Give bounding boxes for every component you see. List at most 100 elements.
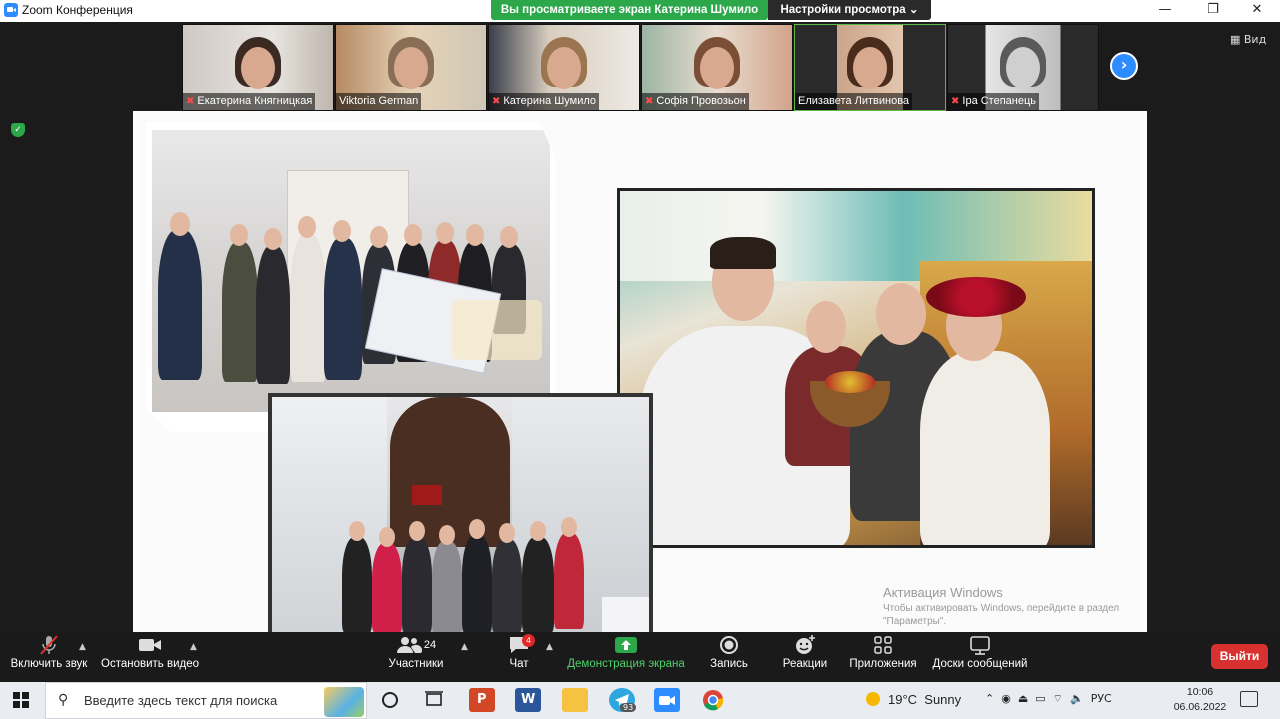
building-group-photo [268, 393, 653, 632]
participant-tile[interactable]: ✖ Іра Степанець [947, 24, 1099, 111]
reactions-label: Реакции [782, 658, 828, 670]
language-indicator[interactable]: РУС [1091, 692, 1112, 705]
usb-icon[interactable]: ⏏ [1018, 692, 1028, 705]
unmute-button[interactable]: Включить звук [6, 632, 92, 682]
view-label: Вид [1243, 33, 1267, 46]
volume-icon[interactable]: 🔈 [1070, 692, 1084, 705]
shared-screen: Активация Windows Чтобы активировать Win… [133, 111, 1147, 632]
participant-name: Софія Провозьон [656, 95, 746, 107]
participants-count: 24 [423, 639, 437, 651]
battery-icon[interactable]: ▭ [1035, 692, 1045, 705]
share-screen-button[interactable]: Демонстрация экрана [566, 632, 686, 682]
participant-tile-active[interactable]: Елизавета Литвинова [794, 24, 946, 111]
audio-options-chevron-icon[interactable]: ▲ [79, 642, 86, 652]
participant-name: Viktoria German [339, 95, 419, 107]
weather-desc: Sunny [924, 692, 962, 707]
reactions-button[interactable]: Реакции [776, 632, 834, 682]
task-view-icon[interactable] [421, 688, 447, 712]
share-banner: Вы просматриваете экран Катерина Шумило [491, 0, 768, 20]
windows-start-icon[interactable] [13, 692, 29, 708]
apps-label: Приложения [849, 658, 917, 670]
zoom-taskbar-icon[interactable] [654, 688, 680, 712]
stop-video-label: Остановить видео [101, 658, 199, 670]
network-icon[interactable]: ⌔ [1053, 692, 1063, 705]
participant-tile[interactable]: ✖ Софія Провозьон [641, 24, 793, 111]
windows-activation-watermark: Активация Windows Чтобы активировать Win… [883, 585, 1123, 628]
muted-mic-icon: ✖ [186, 96, 195, 107]
reactions-smiley-icon [796, 635, 815, 654]
cortana-icon[interactable] [377, 688, 403, 712]
system-tray: ⌃ ◉ ⏏ ▭ ⌔ 🔈 РУС [985, 692, 1112, 706]
group-photo-1 [146, 122, 556, 432]
participants-icon [396, 637, 422, 653]
video-camera-icon [139, 639, 161, 651]
chat-unread-badge: 4 [522, 634, 535, 647]
search-icon: ⚲ [58, 692, 69, 708]
participant-tile[interactable]: ✖ Катерина Шумило [488, 24, 640, 111]
video-options-chevron-icon[interactable]: ▲ [190, 642, 197, 652]
show-hidden-icons-chevron-icon[interactable]: ⌃ [985, 692, 994, 705]
share-screen-label: Демонстрация экрана [567, 658, 685, 670]
muted-mic-icon: ✖ [951, 96, 960, 107]
zoom-logo-icon [4, 3, 18, 17]
unmute-label: Включить звук [10, 658, 88, 670]
folk-costume-photo [617, 188, 1095, 548]
next-page-chevron-icon[interactable]: › [1110, 52, 1138, 80]
whiteboard-icon [970, 636, 990, 655]
activation-text: Чтобы активировать Windows, перейдите в … [883, 603, 1120, 627]
title-bar: Zoom Конференция Вы просматриваете экран… [0, 0, 1280, 22]
minimize-button[interactable]: — [1142, 0, 1188, 22]
record-button[interactable]: Запись [700, 632, 758, 682]
system-clock[interactable]: 10:06 06.06.2022 [1165, 685, 1235, 715]
whiteboards-label: Доски сообщений [932, 658, 1028, 670]
whiteboards-button[interactable]: Доски сообщений [930, 632, 1030, 682]
close-button[interactable]: ✕ [1234, 0, 1280, 22]
apps-button[interactable]: Приложения [846, 632, 920, 682]
participant-name: Екатерина Княгницкая [197, 95, 313, 107]
record-icon [720, 636, 738, 654]
taskbar-search-box[interactable]: ⚲ Введите здесь текст для поиска [45, 682, 367, 719]
participants-options-chevron-icon[interactable]: ▲ [461, 642, 468, 652]
participant-tile[interactable]: Viktoria German [335, 24, 487, 111]
clock-date: 06.06.2022 [1173, 701, 1227, 713]
tray-app-icon[interactable]: ◉ [1001, 692, 1011, 705]
muted-mic-icon: ✖ [645, 96, 654, 107]
view-options-button[interactable]: Настройки просмотра ⌄ [768, 0, 931, 20]
share-screen-icon [615, 637, 637, 653]
window-title: Zoom Конференция [22, 3, 133, 17]
chrome-icon[interactable] [700, 688, 726, 712]
notifications-icon[interactable] [1240, 691, 1258, 707]
participants-label: Участники [388, 658, 444, 670]
search-highlight-icon [324, 687, 364, 717]
muted-mic-icon: ✖ [492, 96, 501, 107]
powerpoint-icon[interactable]: P [469, 688, 495, 712]
security-shield-icon[interactable]: ✓ [11, 123, 25, 137]
participant-name: Елизавета Литвинова [798, 95, 910, 107]
word-icon[interactable]: W [515, 688, 541, 712]
file-explorer-icon[interactable] [562, 688, 588, 712]
grid-icon: ▦ [1230, 33, 1244, 46]
participant-name: Катерина Шумило [503, 95, 597, 107]
participants-button[interactable]: 24 Участники [385, 632, 447, 682]
weather-widget[interactable]: 19°C Sunny [866, 692, 961, 707]
apps-icon [874, 636, 892, 654]
muted-microphone-icon [40, 635, 58, 655]
clock-time: 10:06 [1186, 686, 1214, 698]
stop-video-button[interactable]: Остановить видео [100, 632, 200, 682]
participant-tile[interactable]: ✖ Екатерина Княгницкая [182, 24, 334, 111]
weather-temp: 19°C [888, 692, 918, 707]
maximize-button[interactable]: ❐ [1190, 0, 1236, 22]
chat-button[interactable]: Чат 4 [496, 632, 542, 682]
search-placeholder: Введите здесь текст для поиска [84, 693, 278, 708]
view-button[interactable]: ▦ Вид [1230, 33, 1266, 46]
leave-meeting-button[interactable]: Выйти [1211, 644, 1268, 669]
chat-label: Чат [509, 658, 529, 670]
chat-options-chevron-icon[interactable]: ▲ [546, 642, 553, 652]
telegram-icon[interactable]: 93 [609, 688, 637, 712]
activation-title: Активация Windows [883, 585, 1003, 600]
sun-icon [866, 692, 880, 706]
meeting-toolbar: Включить звук ▲ Остановить видео ▲ 24 Уч… [0, 632, 1280, 682]
windows-taskbar: ⚲ Введите здесь текст для поиска P W 93 … [0, 682, 1280, 719]
telegram-badge: 93 [620, 703, 637, 712]
participant-name: Іра Степанець [962, 95, 1037, 107]
